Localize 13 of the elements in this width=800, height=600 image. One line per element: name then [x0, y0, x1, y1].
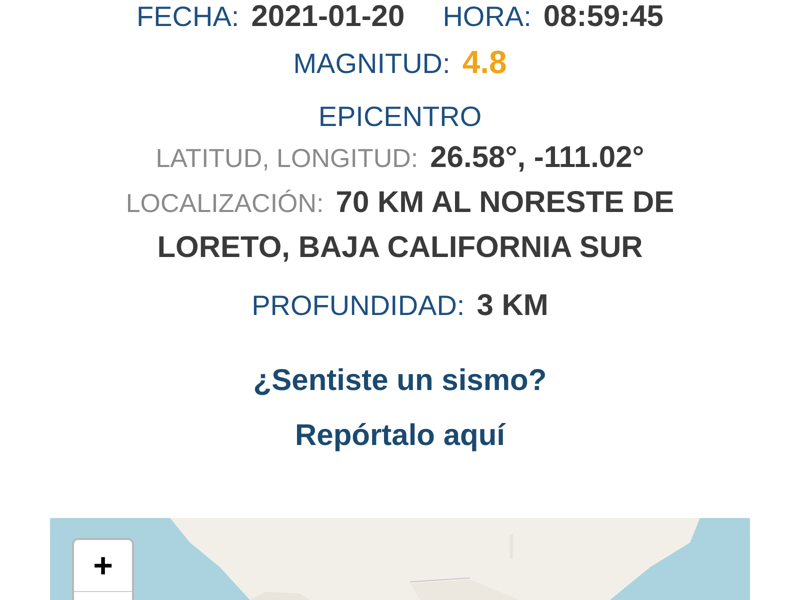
- field-value: 08:59:45: [543, 0, 664, 35]
- field-label: HORA:: [442, 0, 532, 34]
- field-value: 3 KM: [476, 288, 548, 324]
- field-value: 2021-01-20: [251, 0, 405, 35]
- report-link[interactable]: ¿Sentiste un sismo?: [253, 358, 547, 403]
- field-text: LATITUD, LONGITUD: 26.58°, -111.02°: [156, 140, 644, 176]
- field-label: MAGNITUD:: [293, 47, 450, 81]
- field-label: PROFUNDIDAD:: [252, 289, 465, 323]
- field-text: LOCALIZACIÓN: 70 KM AL NORESTE DE LORETO, BAJA CALIFORNIA SUR: [124, 185, 676, 266]
- magnitude-value: 4.8: [462, 43, 507, 82]
- field-label: FECHA:: [136, 0, 240, 34]
- section-heading: EPICENTRO: [318, 100, 482, 134]
- report-link[interactable]: Repórtalo aquí: [294, 413, 505, 458]
